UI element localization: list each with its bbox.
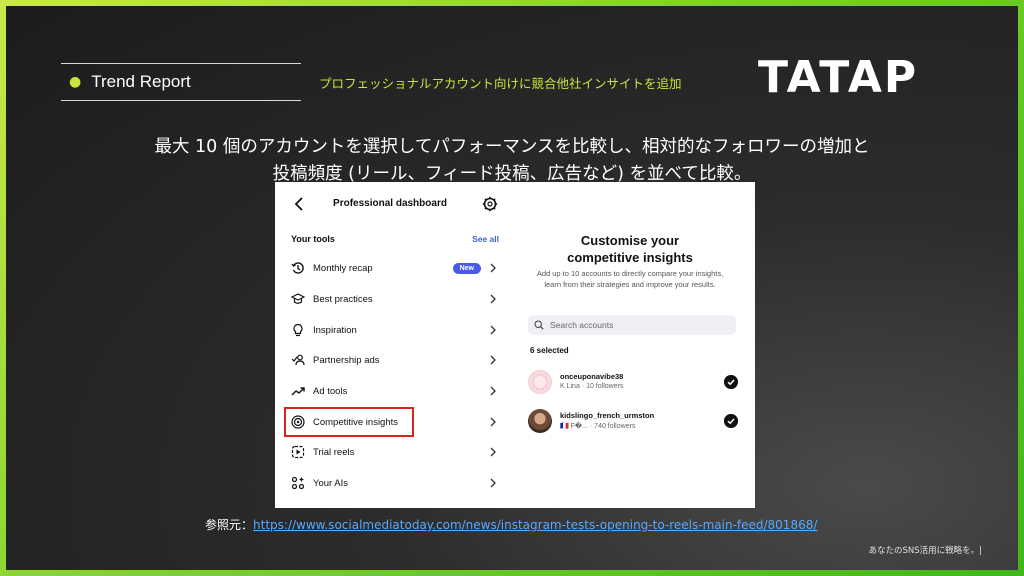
partnership-icon <box>291 354 305 366</box>
panel-title-line-2: competitive insights <box>567 250 693 265</box>
app-screenshot: Professional dashboard Your tools See al… <box>275 182 755 508</box>
account-name: onceuponavibe38 <box>560 372 624 381</box>
reference-link[interactable]: https://www.socialmediatoday.com/news/in… <box>253 518 817 532</box>
highlight-box <box>284 407 414 437</box>
reference: 参照元：https://www.socialmediatoday.com/new… <box>205 516 817 533</box>
account-meta: 🇫🇷 F�... · 740 followers <box>560 423 636 430</box>
reels-icon <box>291 445 305 459</box>
tool-competitive-insights[interactable]: Competitive insights <box>284 407 499 437</box>
checkmark-icon[interactable] <box>724 375 738 389</box>
settings-icon[interactable] <box>482 196 498 212</box>
tool-your-ais[interactable]: Your AIs <box>285 469 499 497</box>
see-all-link[interactable]: See all <box>472 234 499 244</box>
ai-sparkle-icon <box>291 476 305 490</box>
account-name: kidslingo_french_urmston <box>560 411 655 420</box>
trend-arrow-icon <box>291 387 305 396</box>
graduation-cap-icon <box>291 293 305 304</box>
selected-count: 6 selected <box>530 346 569 355</box>
new-badge: New <box>452 262 481 274</box>
your-tools-heading: Your tools <box>291 234 335 244</box>
search-accounts-input[interactable] <box>550 320 730 330</box>
tool-label: Partnership ads <box>313 354 380 366</box>
tool-label: Monthly recap <box>313 262 373 274</box>
avatar <box>528 409 552 433</box>
tool-label: Ad tools <box>313 385 348 397</box>
tool-monthly-recap[interactable]: Monthly recap New <box>285 254 499 282</box>
lightbulb-icon <box>293 323 303 337</box>
tool-best-practices[interactable]: Best practices <box>285 285 499 313</box>
chevron-right-icon <box>490 355 496 365</box>
section-label-box: ● Trend Report <box>61 63 301 101</box>
tool-trial-reels[interactable]: Trial reels <box>285 438 499 466</box>
bullet-icon: ● <box>69 74 82 90</box>
slide: ● Trend Report プロフェッショナルアカウント向けに競合他社インサイ… <box>0 0 1024 576</box>
account-row[interactable]: kidslingo_french_urmston 🇫🇷 F�... · 740 … <box>528 407 738 437</box>
search-bar[interactable] <box>528 315 736 335</box>
chevron-right-icon <box>490 325 496 335</box>
tool-inspiration[interactable]: Inspiration <box>285 316 499 344</box>
avatar <box>528 370 552 394</box>
tool-label: Trial reels <box>313 446 355 458</box>
dashboard-header: Professional dashboard <box>275 182 505 226</box>
competitive-insights-panel: Customise your competitive insights Add … <box>505 182 755 508</box>
panel-title: Customise your competitive insights <box>505 232 755 266</box>
chevron-right-icon <box>490 447 496 457</box>
chevron-right-icon <box>490 478 496 488</box>
footer-tagline: あなたのSNS活用に戦略を。| <box>868 546 982 556</box>
chevron-right-icon <box>490 263 496 273</box>
tool-label: Inspiration <box>313 324 357 336</box>
checkmark-icon[interactable] <box>724 414 738 428</box>
panel-description: Add up to 10 accounts to directly compar… <box>536 269 724 289</box>
slide-subtitle: プロフェッショナルアカウント向けに競合他社インサイトを追加 <box>319 76 682 91</box>
brand-logo: TATAP <box>758 52 919 103</box>
tool-label: Best practices <box>313 293 373 305</box>
account-meta: K Lina · 10 followers <box>560 383 624 390</box>
account-row[interactable]: onceuponavibe38 K Lina · 10 followers <box>528 368 738 398</box>
reference-label: 参照元： <box>205 518 254 532</box>
tool-partnership-ads[interactable]: Partnership ads <box>285 346 499 374</box>
section-label: Trend Report <box>91 72 191 91</box>
monthly-recap-icon <box>291 262 304 274</box>
professional-dashboard-panel: Professional dashboard Your tools See al… <box>275 182 505 508</box>
tool-ad-tools[interactable]: Ad tools <box>285 377 499 405</box>
tool-label: Your AIs <box>313 477 349 489</box>
chevron-right-icon <box>490 417 496 427</box>
dashboard-title: Professional dashboard <box>333 198 447 209</box>
search-icon <box>534 320 544 330</box>
chevron-right-icon <box>490 386 496 396</box>
chevron-right-icon <box>490 294 496 304</box>
panel-title-line-1: Customise your <box>580 233 680 248</box>
headline-line-1: 最大 10 個のアカウントを選択してパフォーマンスを比較し、相対的なフォロワーの… <box>154 137 870 157</box>
